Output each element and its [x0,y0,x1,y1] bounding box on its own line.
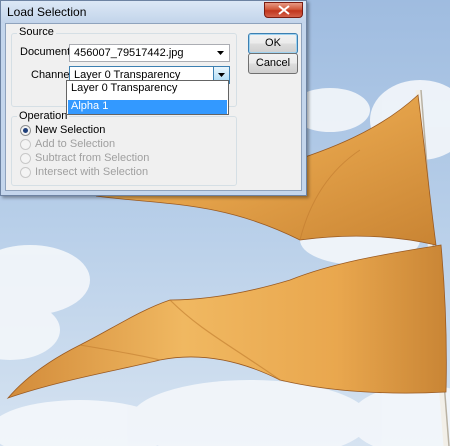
chevron-down-icon [217,51,224,55]
document-dropdown-button[interactable] [214,46,227,60]
title-bar[interactable]: Load Selection [1,1,306,23]
intersect-with-selection-radio[interactable] [20,167,31,178]
dialog-title: Load Selection [7,5,87,19]
operation-group-label: Operation [17,110,70,122]
add-to-selection-label[interactable]: Add to Selection [35,138,115,150]
cancel-button[interactable]: Cancel [248,53,298,74]
channel-option-layer0[interactable]: Layer 0 Transparency [68,82,227,96]
document-label: Document: [20,46,74,58]
new-selection-radio[interactable] [20,125,31,136]
subtract-from-selection-radio[interactable] [20,153,31,164]
channel-option-alpha1[interactable]: Alpha 1 [68,100,227,114]
chevron-down-icon [218,73,225,77]
source-group-label: Source [17,26,56,38]
add-to-selection-radio[interactable] [20,139,31,150]
document-select[interactable]: 456007_79517442.jpg [69,44,230,62]
close-button[interactable] [264,2,303,18]
document-value: 456007_79517442.jpg [74,47,184,59]
channel-dropdown-list: Layer 0 Transparency Alpha 1 [66,80,229,115]
subtract-from-selection-label[interactable]: Subtract from Selection [35,152,149,164]
intersect-with-selection-label[interactable]: Intersect with Selection [35,166,148,178]
ok-button[interactable]: OK [248,33,298,54]
new-selection-label[interactable]: New Selection [35,124,105,136]
close-icon [278,5,290,15]
